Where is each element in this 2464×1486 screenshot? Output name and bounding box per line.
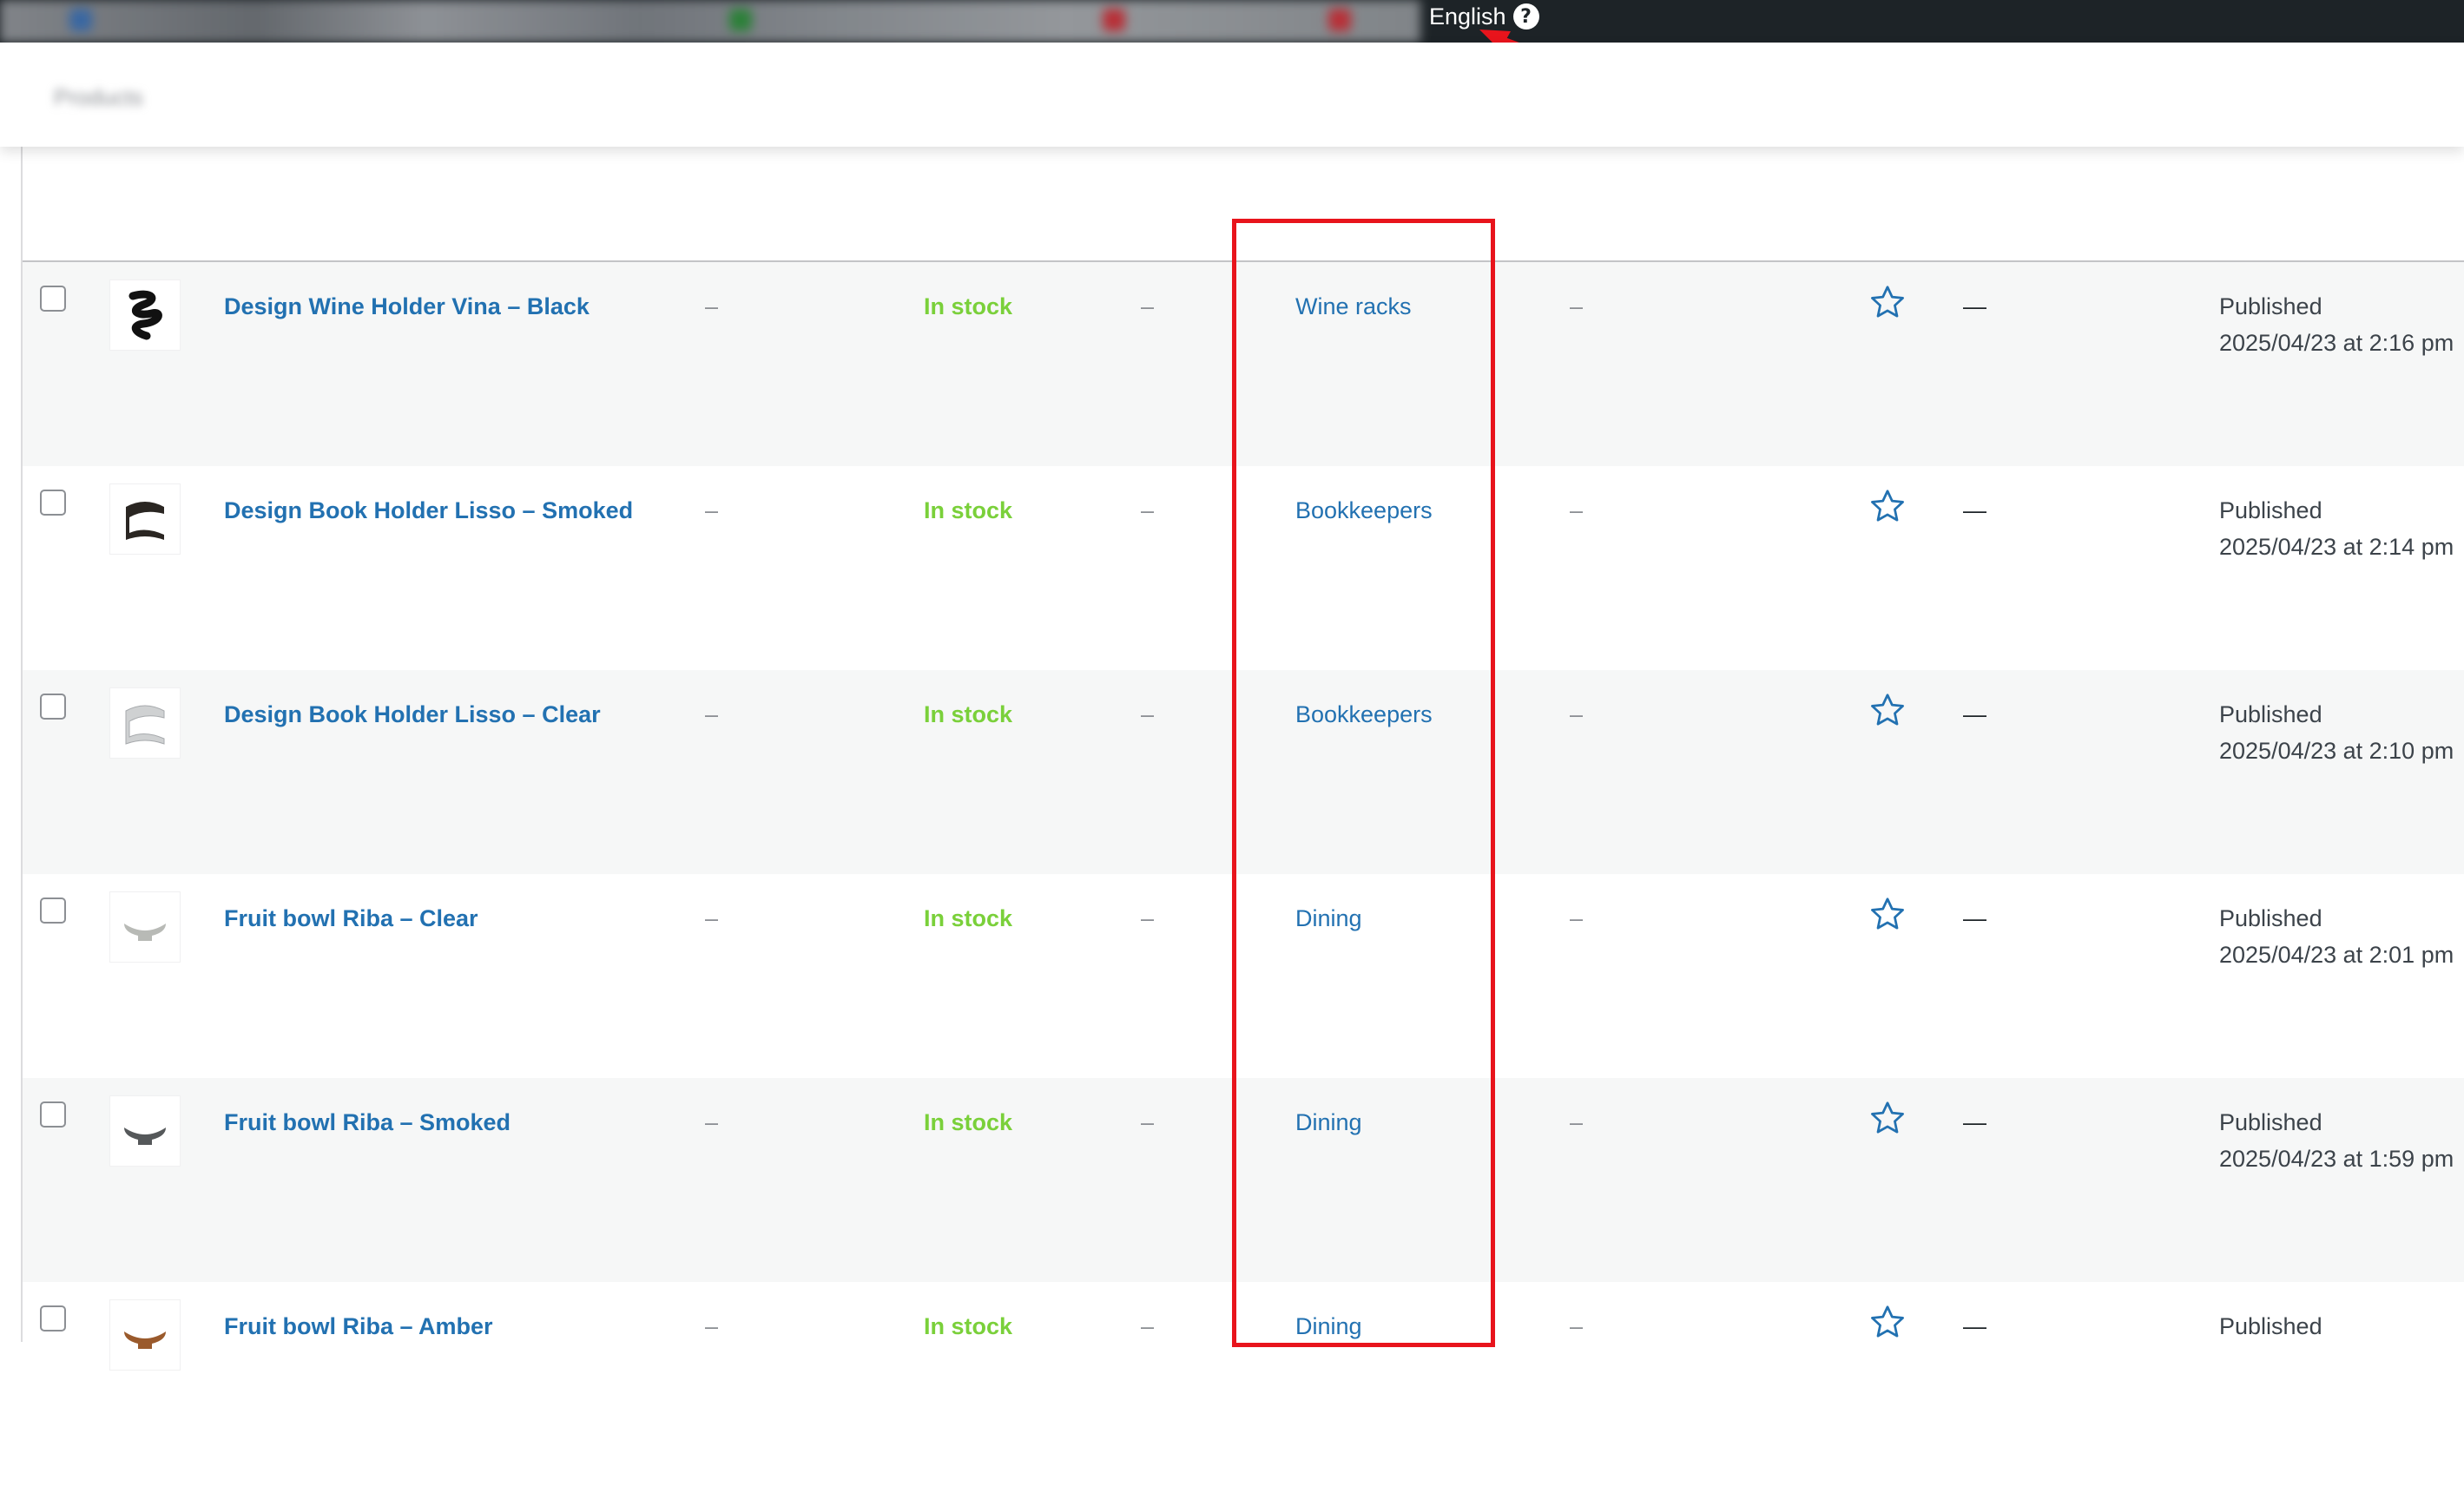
- table-row: Fruit bowl Riba – Amber – In stock – Din…: [23, 1282, 2464, 1486]
- price-cell: –: [1141, 1313, 1155, 1339]
- row-checkbox[interactable]: [40, 1101, 66, 1128]
- publish-status: Published: [2219, 1109, 2322, 1135]
- tags-cell: –: [1570, 701, 1584, 727]
- date-cell: Published 2025/04/23 at 1:59 pm: [2219, 1104, 2454, 1177]
- row-checkbox[interactable]: [40, 490, 66, 516]
- blurred-breadcrumb: Products: [54, 84, 143, 110]
- category-link[interactable]: Wine racks: [1295, 288, 1412, 325]
- publish-date: 2025/04/23 at 2:14 pm: [2219, 534, 2454, 560]
- stock-status: In stock: [924, 701, 1013, 727]
- product-name-link[interactable]: Fruit bowl Riba – Amber: [224, 1308, 493, 1345]
- star-outline-icon[interactable]: [1868, 1303, 1907, 1345]
- tags-cell: –: [1570, 1313, 1584, 1339]
- product-name-link[interactable]: Design Wine Holder Vina – Black: [224, 288, 590, 325]
- star-outline-icon[interactable]: [1868, 691, 1907, 733]
- table-row: Fruit bowl Riba – Smoked – In stock – Di…: [23, 1078, 2464, 1282]
- stock-status: In stock: [924, 1109, 1013, 1135]
- star-outline-icon[interactable]: [1868, 283, 1907, 325]
- row-checkbox[interactable]: [40, 694, 66, 720]
- blurred-admin-menu: [0, 0, 1420, 43]
- product-thumbnail[interactable]: [109, 891, 181, 963]
- price-cell: –: [1141, 293, 1155, 319]
- blurred-icon: [729, 9, 752, 31]
- category-link[interactable]: Dining: [1295, 900, 1362, 937]
- tags-cell: –: [1570, 293, 1584, 319]
- product-name-link[interactable]: Fruit bowl Riba – Clear: [224, 900, 478, 937]
- date-cell: Published 2025/04/23 at 2:14 pm: [2219, 492, 2454, 565]
- category-link[interactable]: Bookkeepers: [1295, 492, 1433, 529]
- date-cell: Published 2025/04/23 at 2:10 pm: [2219, 696, 2454, 769]
- star-outline-icon[interactable]: [1868, 895, 1907, 937]
- sku-cell: –: [705, 905, 719, 931]
- price-cell: –: [1141, 497, 1155, 523]
- row-checkbox[interactable]: [40, 898, 66, 924]
- price-cell: –: [1141, 1109, 1155, 1135]
- table-row: Design Book Holder Lisso – Clear – In st…: [23, 670, 2464, 874]
- products-table: Design Wine Holder Vina – Black – In sto…: [23, 260, 2464, 1486]
- content-border: [21, 147, 23, 1342]
- sku-cell: –: [705, 497, 719, 523]
- price-cell: –: [1141, 905, 1155, 931]
- publish-date: 2025/04/23 at 1:59 pm: [2219, 1146, 2454, 1172]
- product-name-link[interactable]: Design Book Holder Lisso – Smoked: [224, 492, 633, 529]
- category-link[interactable]: Bookkeepers: [1295, 696, 1433, 733]
- product-thumbnail[interactable]: [109, 483, 181, 555]
- publish-status: Published: [2219, 905, 2322, 931]
- blurred-icon: [69, 9, 92, 31]
- star-outline-icon[interactable]: [1868, 1099, 1907, 1141]
- stock-status: In stock: [924, 905, 1013, 931]
- type-cell: —: [1963, 293, 1986, 319]
- product-thumbnail[interactable]: [109, 1299, 181, 1371]
- star-outline-icon[interactable]: [1868, 487, 1907, 529]
- blurred-icon: [1103, 9, 1125, 31]
- tags-cell: –: [1570, 905, 1584, 931]
- sku-cell: –: [705, 1313, 719, 1339]
- publish-status: Published: [2219, 701, 2322, 727]
- blurred-icon: [1328, 9, 1351, 31]
- publish-status: Published: [2219, 1313, 2322, 1339]
- date-cell: Published 2025/04/23 at 2:16 pm: [2219, 288, 2454, 361]
- category-link[interactable]: Dining: [1295, 1308, 1362, 1345]
- stock-status: In stock: [924, 293, 1013, 319]
- page-header: Products: [0, 43, 2464, 147]
- publish-date: 2025/04/23 at 2:16 pm: [2219, 330, 2454, 356]
- type-cell: —: [1963, 497, 1986, 523]
- product-thumbnail[interactable]: [109, 687, 181, 759]
- table-row: Fruit bowl Riba – Clear – In stock – Din…: [23, 874, 2464, 1078]
- sku-cell: –: [705, 293, 719, 319]
- sku-cell: –: [705, 1109, 719, 1135]
- stock-status: In stock: [924, 497, 1013, 523]
- stock-status: In stock: [924, 1313, 1013, 1339]
- date-cell: Published: [2219, 1308, 2322, 1345]
- publish-date: 2025/04/23 at 2:10 pm: [2219, 738, 2454, 764]
- publish-status: Published: [2219, 293, 2322, 319]
- type-cell: —: [1963, 905, 1986, 931]
- price-cell: –: [1141, 701, 1155, 727]
- admin-bar: English ?: [0, 0, 2464, 43]
- product-thumbnail[interactable]: [109, 279, 181, 351]
- type-cell: —: [1963, 1313, 1986, 1339]
- tags-cell: –: [1570, 1109, 1584, 1135]
- publish-date: 2025/04/23 at 2:01 pm: [2219, 942, 2454, 968]
- tags-cell: –: [1570, 497, 1584, 523]
- category-link[interactable]: Dining: [1295, 1104, 1362, 1141]
- publish-status: Published: [2219, 497, 2322, 523]
- row-checkbox[interactable]: [40, 286, 66, 312]
- type-cell: —: [1963, 1109, 1986, 1135]
- row-checkbox[interactable]: [40, 1305, 66, 1331]
- product-name-link[interactable]: Fruit bowl Riba – Smoked: [224, 1104, 511, 1141]
- type-cell: —: [1963, 701, 1986, 727]
- table-row: Design Book Holder Lisso – Smoked – In s…: [23, 466, 2464, 670]
- date-cell: Published 2025/04/23 at 2:01 pm: [2219, 900, 2454, 973]
- product-thumbnail[interactable]: [109, 1095, 181, 1167]
- table-row: Design Wine Holder Vina – Black – In sto…: [23, 262, 2464, 466]
- sku-cell: –: [705, 701, 719, 727]
- product-name-link[interactable]: Design Book Holder Lisso – Clear: [224, 696, 601, 733]
